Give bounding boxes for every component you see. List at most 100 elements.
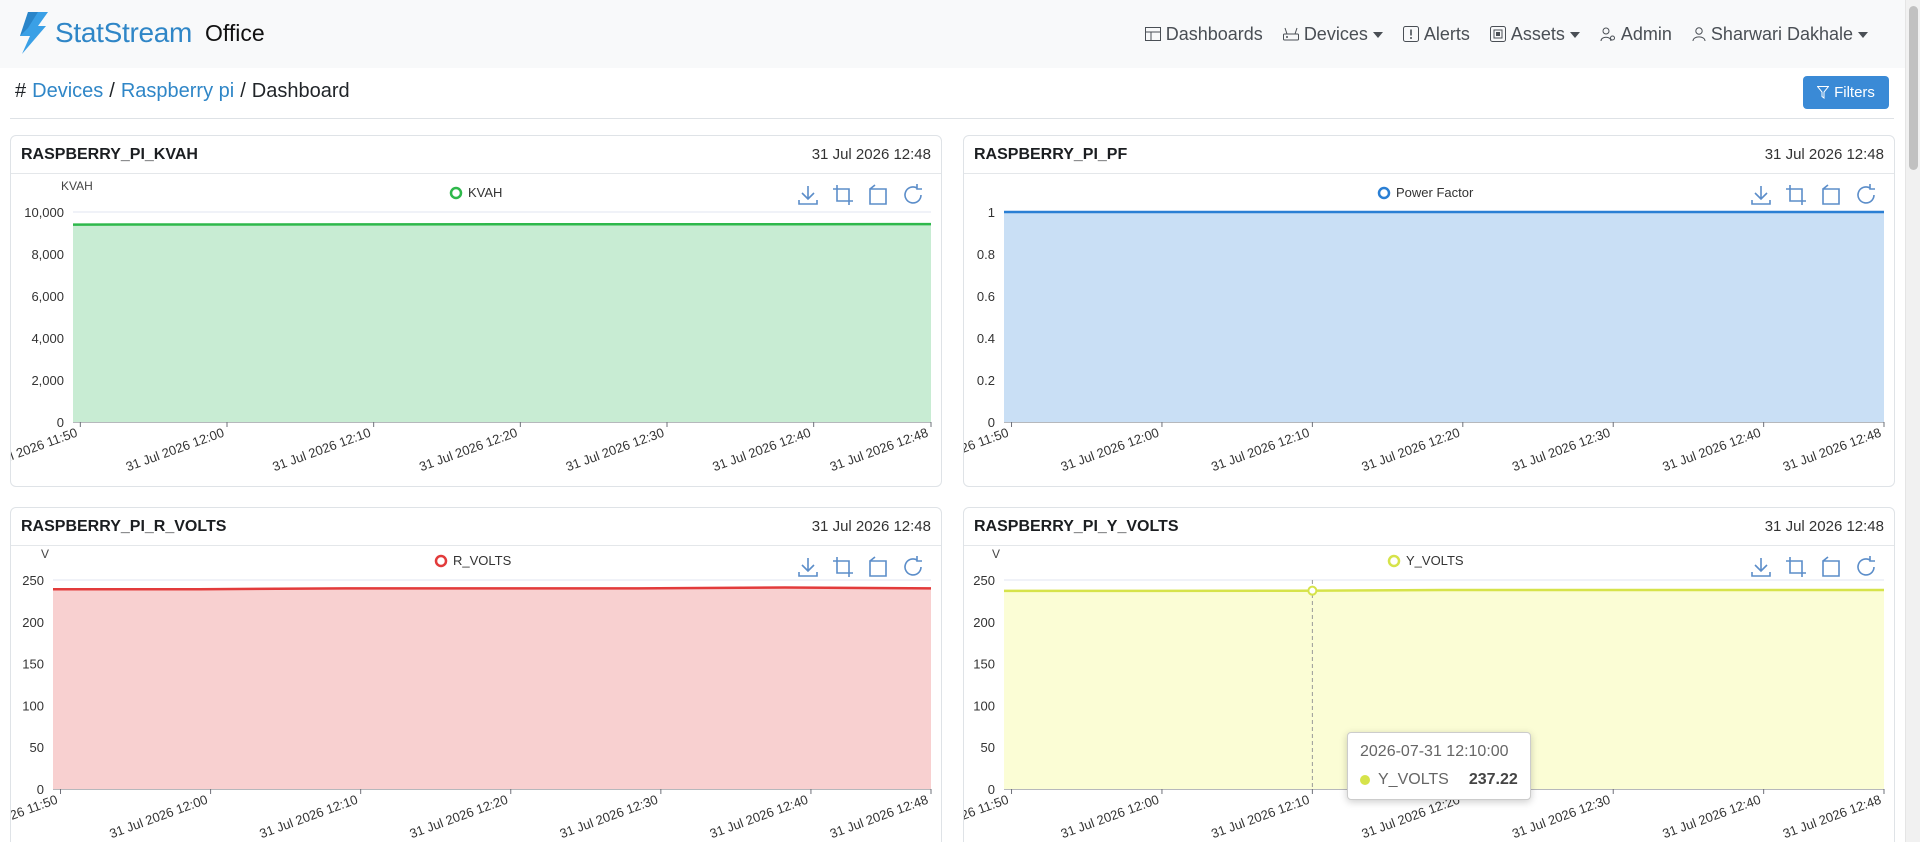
card-title: RASPBERRY_PI_KVAH (21, 145, 198, 163)
x-tick-label: 31 Jul 2026 12:00 (107, 792, 209, 841)
zoom-select-icon[interactable] (831, 183, 855, 207)
chart-toolbox (1749, 555, 1878, 579)
download-icon[interactable] (796, 183, 820, 207)
nav-alerts-label: Alerts (1423, 23, 1470, 44)
breadcrumb-devices-link[interactable]: Devices (32, 80, 103, 103)
cpu-icon (1489, 26, 1506, 42)
y-tick-label: 0.6 (977, 289, 995, 304)
series-line (1004, 588, 1884, 593)
tooltip-row: Y_VOLTS 237.22 (1360, 771, 1518, 789)
x-tick-label: 31 Jul 2026 11:50 (11, 792, 60, 841)
nav-admin[interactable]: Admin (1590, 24, 1682, 45)
y-tick-label: 10,000 (24, 205, 64, 220)
header-divider (10, 118, 1894, 119)
y-tick-label: 50 (981, 740, 995, 755)
zoom-reset-icon[interactable] (866, 183, 890, 207)
nav-devices[interactable]: Devices (1273, 24, 1393, 45)
y-tick-label: 250 (973, 573, 995, 588)
scrollbar-thumb[interactable] (1909, 6, 1918, 170)
refresh-icon[interactable] (901, 555, 925, 579)
filters-button[interactable]: Filters (1803, 76, 1889, 109)
y-tick-label: 8,000 (31, 247, 64, 262)
y-axis-label: V (992, 547, 1000, 561)
x-tick-label: 31 Jul 2026 12:10 (257, 792, 359, 841)
x-tick-label: 31 Jul 2026 12:10 (270, 425, 372, 474)
card-header: RASPBERRY_PI_R_VOLTS 31 Jul 2026 12:48 (11, 508, 941, 546)
legend-label: R_VOLTS (453, 553, 512, 568)
y-tick-label: 250 (22, 573, 44, 588)
legend: KVAH (449, 185, 502, 200)
card-timestamp: 31 Jul 2026 12:48 (1764, 146, 1884, 163)
y-tick-label: 6,000 (31, 289, 64, 304)
hover-point (1307, 585, 1318, 596)
y-tick-label: 1 (988, 205, 995, 220)
x-tick-label: 31 Jul 2026 11:50 (11, 425, 79, 474)
nav-assets-label: Assets (1510, 23, 1565, 44)
zoom-reset-icon[interactable] (866, 555, 890, 579)
y-tick-label: 0.4 (977, 331, 995, 346)
y-tick-label: 0.8 (977, 247, 995, 262)
user-gear-icon (1600, 27, 1615, 42)
nav-user-label: Sharwari Dakhale (1710, 23, 1853, 44)
x-tick-label: 31 Jul 2026 12:30 (558, 792, 660, 841)
chart-card-kvah: RASPBERRY_PI_KVAH 31 Jul 2026 12:48 0 2,0… (10, 135, 942, 487)
series-area (73, 224, 931, 422)
legend-marker-icon (434, 554, 448, 568)
series-area (1004, 212, 1884, 422)
chart-card-pf: RASPBERRY_PI_PF 31 Jul 2026 12:48 0 0.2 0.… (963, 135, 1895, 487)
refresh-icon[interactable] (1854, 555, 1878, 579)
chart-toolbox (796, 555, 925, 579)
nav-alerts[interactable]: Alerts (1393, 24, 1480, 45)
zoom-select-icon[interactable] (1784, 555, 1808, 579)
breadcrumb-separator: / (240, 80, 246, 102)
chevron-down-icon (1372, 32, 1383, 38)
x-tick-label: 31 Jul 2026 12:00 (1059, 425, 1161, 474)
download-icon[interactable] (796, 555, 820, 579)
x-tick-label: 31 Jul 2026 12:40 (1660, 425, 1762, 474)
y-tick-label: 4,000 (31, 331, 64, 346)
brand[interactable]: StatStream (14, 12, 192, 54)
legend: Y_VOLTS (1387, 553, 1464, 568)
zoom-select-icon[interactable] (1784, 183, 1808, 207)
chart-svg: 0 2,000 4,000 6,000 8,000 10,000 KVAH 31 Jul 20… (11, 179, 932, 474)
nav-admin-label: Admin (1620, 23, 1672, 44)
refresh-icon[interactable] (901, 183, 925, 207)
nav-user-menu[interactable]: Sharwari Dakhale (1682, 24, 1878, 45)
chart-card-y-volts: RASPBERRY_PI_Y_VOLTS 31 Jul 2026 12:48 0… (963, 507, 1895, 842)
nav-menu: Dashboards Devices Alerts Assets Admin S… (1135, 0, 1878, 68)
brand-name: StatStream (55, 17, 193, 48)
zoom-select-icon[interactable] (831, 555, 855, 579)
chart-toolbox (1749, 183, 1878, 207)
x-tick-label: 31 Jul 2026 12:30 (1510, 425, 1612, 474)
download-icon[interactable] (1749, 555, 1773, 579)
series-area (53, 587, 931, 789)
card-timestamp: 31 Jul 2026 12:48 (1764, 518, 1884, 535)
card-title: RASPBERRY_PI_PF (974, 145, 1128, 163)
x-tick-label: 31 Jul 2026 12:10 (1209, 792, 1311, 841)
x-tick-label: 31 Jul 2026 12:30 (564, 425, 666, 474)
breadcrumb-device-link[interactable]: Raspberry pi (121, 80, 234, 103)
zoom-reset-icon[interactable] (1819, 555, 1843, 579)
top-navbar: StatStream Office Dashboards Devices Ale… (0, 0, 1905, 68)
nav-assets[interactable]: Assets (1480, 24, 1590, 45)
legend: R_VOLTS (434, 553, 512, 568)
breadcrumb-separator: / (109, 80, 115, 102)
chart-svg: 0 0.2 0.4 0.6 0.8 1 31 Jul 2026 11:50 31 Jul 20… (964, 185, 1885, 474)
logo-icon (20, 12, 48, 54)
page-scrollbar[interactable] (1905, 0, 1920, 842)
card-header: RASPBERRY_PI_PF 31 Jul 2026 12:48 (964, 136, 1894, 174)
x-tick-label: 31 Jul 2026 12:20 (408, 792, 510, 841)
y-tick-label: 100 (973, 698, 995, 713)
nav-dashboards[interactable]: Dashboards (1135, 24, 1273, 45)
zoom-reset-icon[interactable] (1819, 183, 1843, 207)
legend-label: KVAH (468, 185, 502, 200)
x-tick-label: 31 Jul 2026 12:00 (124, 425, 226, 474)
download-icon[interactable] (1749, 183, 1773, 207)
x-tick-label: 31 Jul 2026 12:48 (828, 792, 930, 841)
legend-marker-icon (1377, 186, 1391, 200)
site-name: Office (205, 20, 265, 46)
refresh-icon[interactable] (1854, 183, 1878, 207)
x-tick-label: 31 Jul 2026 11:50 (964, 425, 1011, 474)
y-tick-label: 0 (37, 782, 44, 797)
y-axis-label: V (41, 547, 49, 561)
